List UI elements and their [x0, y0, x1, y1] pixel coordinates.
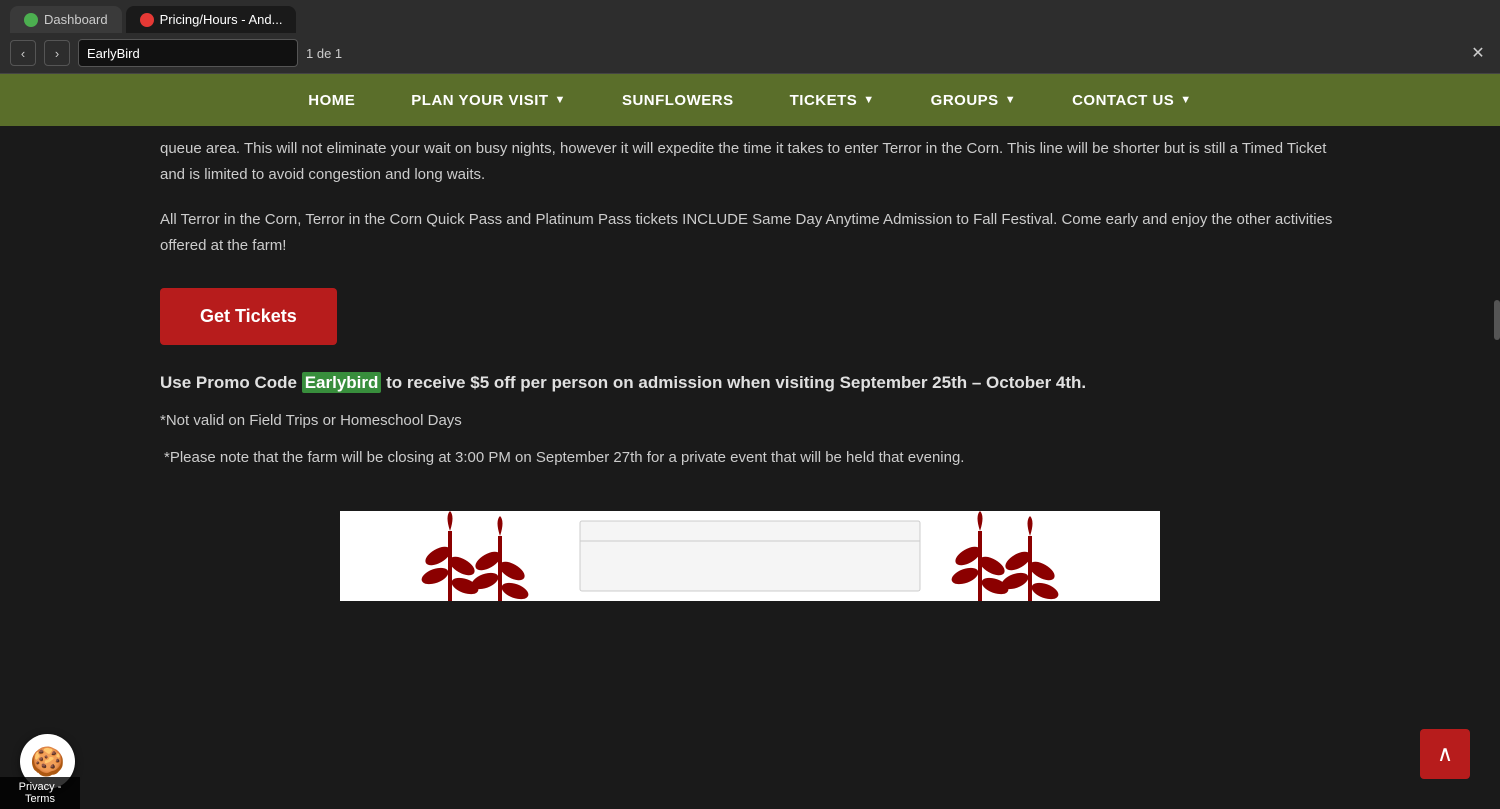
- nav-home-label: HOME: [308, 92, 355, 109]
- nav-item-sunflowers[interactable]: SUNFLOWERS: [594, 74, 762, 126]
- tab-bar: Dashboard Pricing/Hours - And...: [0, 0, 1500, 33]
- nav-item-tickets[interactable]: TICKETS ▼: [762, 74, 903, 126]
- nav-groups-label: GROUPS: [931, 92, 999, 109]
- tab-dashboard[interactable]: Dashboard: [10, 6, 122, 33]
- nav-item-home[interactable]: HOME: [280, 74, 383, 126]
- paragraph1: queue area. This will not eliminate your…: [160, 136, 1340, 187]
- paragraph2: All Terror in the Corn, Terror in the Co…: [160, 207, 1340, 258]
- note2: *Please note that the farm will be closi…: [160, 445, 1340, 471]
- nav-tickets-label: TICKETS: [790, 92, 858, 109]
- tab-pricing[interactable]: Pricing/Hours - And...: [126, 6, 297, 33]
- footer-image-wrapper: [160, 511, 1340, 601]
- groups-dropdown-arrow: ▼: [1005, 94, 1016, 106]
- nav-item-contact-us[interactable]: CONTACT US ▼: [1044, 74, 1220, 126]
- address-bar-row: ‹ › 1 de 1 ✕: [0, 33, 1500, 73]
- note1: *Not valid on Field Trips or Homeschool …: [160, 412, 1340, 429]
- promo-code-highlight: Earlybird: [302, 372, 382, 393]
- promo-block: Use Promo Code Earlybird to receive $5 o…: [160, 369, 1340, 396]
- tab-pricing-label: Pricing/Hours - And...: [160, 12, 283, 27]
- browser-chrome: Dashboard Pricing/Hours - And... ‹ › 1 d…: [0, 0, 1500, 74]
- page-count: 1 de 1: [306, 46, 342, 61]
- contact-dropdown-arrow: ▼: [1180, 94, 1191, 106]
- search-input[interactable]: [78, 39, 298, 67]
- nav-plan-label: PLAN YOUR VISIT: [411, 92, 548, 109]
- nav-next-button[interactable]: ›: [44, 40, 70, 66]
- cookie-icon: 🍪: [30, 745, 65, 778]
- nav-contact-label: CONTACT US: [1072, 92, 1174, 109]
- nav-item-groups[interactable]: GROUPS ▼: [903, 74, 1044, 126]
- scroll-indicator: [1494, 300, 1500, 340]
- promo-text-after: to receive $5 off per person on admissio…: [381, 373, 1086, 392]
- back-to-top-button[interactable]: ∧: [1420, 729, 1470, 779]
- nav-item-plan-your-visit[interactable]: PLAN YOUR VISIT ▼: [383, 74, 594, 126]
- nav-bar: HOME PLAN YOUR VISIT ▼ SUNFLOWERS TICKET…: [0, 74, 1500, 126]
- get-tickets-button[interactable]: Get Tickets: [160, 288, 337, 345]
- close-search-button[interactable]: ✕: [1466, 41, 1490, 65]
- tab-dashboard-label: Dashboard: [44, 12, 108, 27]
- pricing-favicon: [140, 13, 154, 27]
- nav-sunflowers-label: SUNFLOWERS: [622, 92, 734, 109]
- dashboard-favicon: [24, 13, 38, 27]
- promo-text-before: Use Promo Code: [160, 373, 302, 392]
- footer-image: [340, 511, 1160, 601]
- text-block: queue area. This will not eliminate your…: [160, 126, 1340, 258]
- plan-dropdown-arrow: ▼: [555, 94, 566, 106]
- main-content: queue area. This will not eliminate your…: [0, 126, 1500, 641]
- nav-prev-button[interactable]: ‹: [10, 40, 36, 66]
- cookie-text: Privacy - Terms: [0, 777, 80, 809]
- tickets-dropdown-arrow: ▼: [863, 94, 874, 106]
- footer-svg: [340, 511, 1160, 601]
